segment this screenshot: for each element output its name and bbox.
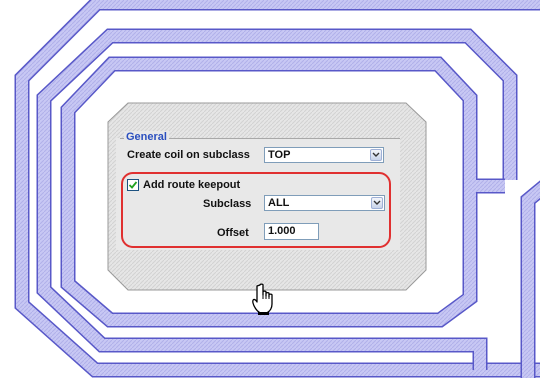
subclass-label: Subclass bbox=[203, 198, 252, 210]
subclass-value: ALL bbox=[268, 197, 290, 209]
hand-pointer-cursor-icon bbox=[252, 283, 273, 315]
dropdown-arrow-icon[interactable] bbox=[371, 197, 383, 209]
dropdown-arrow-icon[interactable] bbox=[370, 149, 382, 161]
subclass-select[interactable]: ALL bbox=[264, 195, 385, 211]
coil-subclass-select[interactable]: TOP bbox=[264, 147, 384, 163]
offset-input[interactable]: 1.000 bbox=[264, 223, 319, 240]
keepout-checkbox[interactable] bbox=[127, 179, 139, 191]
coil-subclass-value: TOP bbox=[268, 149, 291, 161]
offset-label: Offset bbox=[217, 227, 249, 239]
coil-subclass-label: Create coil on subclass bbox=[127, 149, 250, 161]
keepout-label: Add route keepout bbox=[143, 179, 241, 191]
group-title: General bbox=[124, 131, 169, 143]
checkmark-icon bbox=[128, 181, 138, 189]
